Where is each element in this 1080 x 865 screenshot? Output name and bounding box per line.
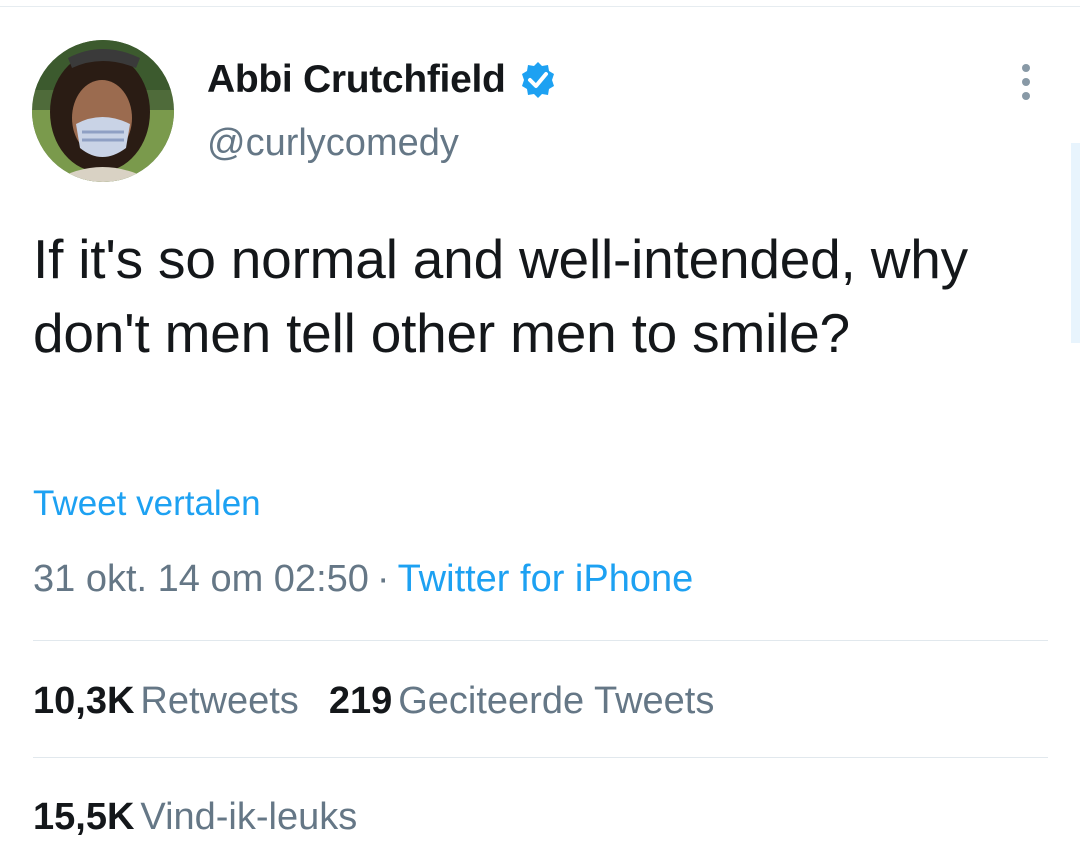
verified-badge-icon xyxy=(518,60,558,100)
retweets-label: Retweets xyxy=(140,680,299,722)
likes-stat[interactable]: 15,5K Vind-ik-leuks xyxy=(33,796,357,838)
translate-tweet-link[interactable]: Tweet vertalen xyxy=(33,484,261,524)
scroll-indicator[interactable] xyxy=(1071,143,1080,343)
timestamp[interactable]: 31 okt. 14 om 02:50 xyxy=(33,558,369,600)
display-name[interactable]: Abbi Crutchfield xyxy=(207,58,506,102)
likes-label: Vind-ik-leuks xyxy=(140,796,358,838)
retweets-stat[interactable]: 10,3K Retweets xyxy=(33,680,299,722)
source-link[interactable]: Twitter for iPhone xyxy=(398,558,694,600)
stats-row-retweets: 10,3K Retweets 219 Geciteerde Tweets xyxy=(33,680,714,723)
meta-separator: · xyxy=(376,558,390,600)
likes-count: 15,5K xyxy=(33,796,135,838)
quotes-count: 219 xyxy=(328,680,393,722)
avatar[interactable] xyxy=(32,40,174,182)
tweet-detail-page: Abbi Crutchfield @curlycomedy If it's so… xyxy=(0,0,1080,865)
top-divider xyxy=(0,6,1080,7)
quotes-label: Geciteerde Tweets xyxy=(398,680,715,722)
quotes-stat[interactable]: 219 Geciteerde Tweets xyxy=(329,680,715,722)
author-name-row[interactable]: Abbi Crutchfield xyxy=(207,55,558,105)
author-handle[interactable]: @curlycomedy xyxy=(207,122,459,165)
tweet-text: If it's so normal and well-intended, why… xyxy=(33,228,968,364)
stats-row-likes: 15,5K Vind-ik-leuks xyxy=(33,796,357,839)
divider xyxy=(33,757,1048,758)
retweets-count: 10,3K xyxy=(33,680,135,722)
divider xyxy=(33,640,1048,641)
more-options-icon[interactable] xyxy=(1011,60,1041,104)
tweet-meta: 31 okt. 14 om 02:50 · Twitter for iPhone xyxy=(33,558,693,601)
